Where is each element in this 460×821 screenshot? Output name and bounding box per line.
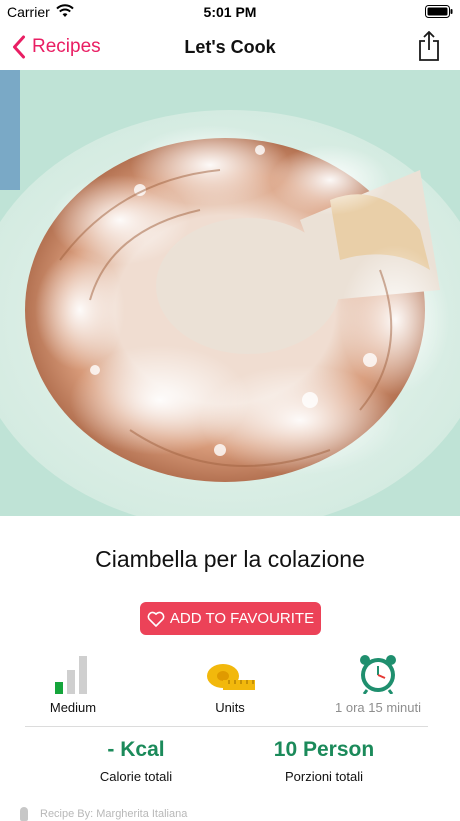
battery-icon bbox=[425, 5, 453, 21]
clock: 5:01 PM bbox=[203, 4, 257, 20]
servings-value: 10 Person bbox=[273, 738, 375, 761]
share-button[interactable] bbox=[418, 30, 440, 66]
calories-label: Calorie totali bbox=[99, 769, 173, 784]
difficulty-stat: Medium bbox=[13, 648, 133, 715]
difficulty-label: Medium bbox=[49, 700, 97, 715]
page-title: Let's Cook bbox=[184, 37, 276, 57]
recipe-author: Recipe By: Margherita Italiana bbox=[20, 807, 188, 821]
alarm-clock-icon bbox=[360, 655, 396, 694]
divider bbox=[25, 726, 428, 727]
share-icon bbox=[419, 30, 439, 61]
recipe-title: Ciambella per la colazione bbox=[95, 546, 365, 572]
servings-label: Porzioni totali bbox=[284, 769, 364, 784]
calories-metric: - Kcal Calorie totali bbox=[46, 738, 226, 784]
measuring-tape-icon bbox=[207, 664, 255, 690]
navigation-bar: Recipes Let's Cook bbox=[0, 24, 460, 70]
author-label: Recipe By: Margherita Italiana bbox=[40, 808, 188, 820]
heart-icon bbox=[147, 611, 165, 627]
status-bar: Carrier 5:01 PM bbox=[0, 0, 460, 24]
units-label: Units bbox=[215, 700, 245, 715]
servings-metric: 10 Person Porzioni totali bbox=[234, 738, 414, 784]
cook-time-label: 1 ora 15 minuti bbox=[335, 700, 421, 715]
add-to-favourite-button[interactable]: ADD TO FAVOURITE bbox=[140, 602, 321, 635]
units-stat: Units bbox=[170, 648, 290, 715]
time-stat: 1 ora 15 minuti bbox=[318, 648, 438, 715]
recipe-photo bbox=[0, 70, 460, 516]
difficulty-bars-icon bbox=[55, 656, 87, 694]
calories-value: - Kcal bbox=[107, 738, 165, 761]
favourite-label: ADD TO FAVOURITE bbox=[169, 610, 315, 627]
location-pin-icon bbox=[20, 807, 28, 821]
